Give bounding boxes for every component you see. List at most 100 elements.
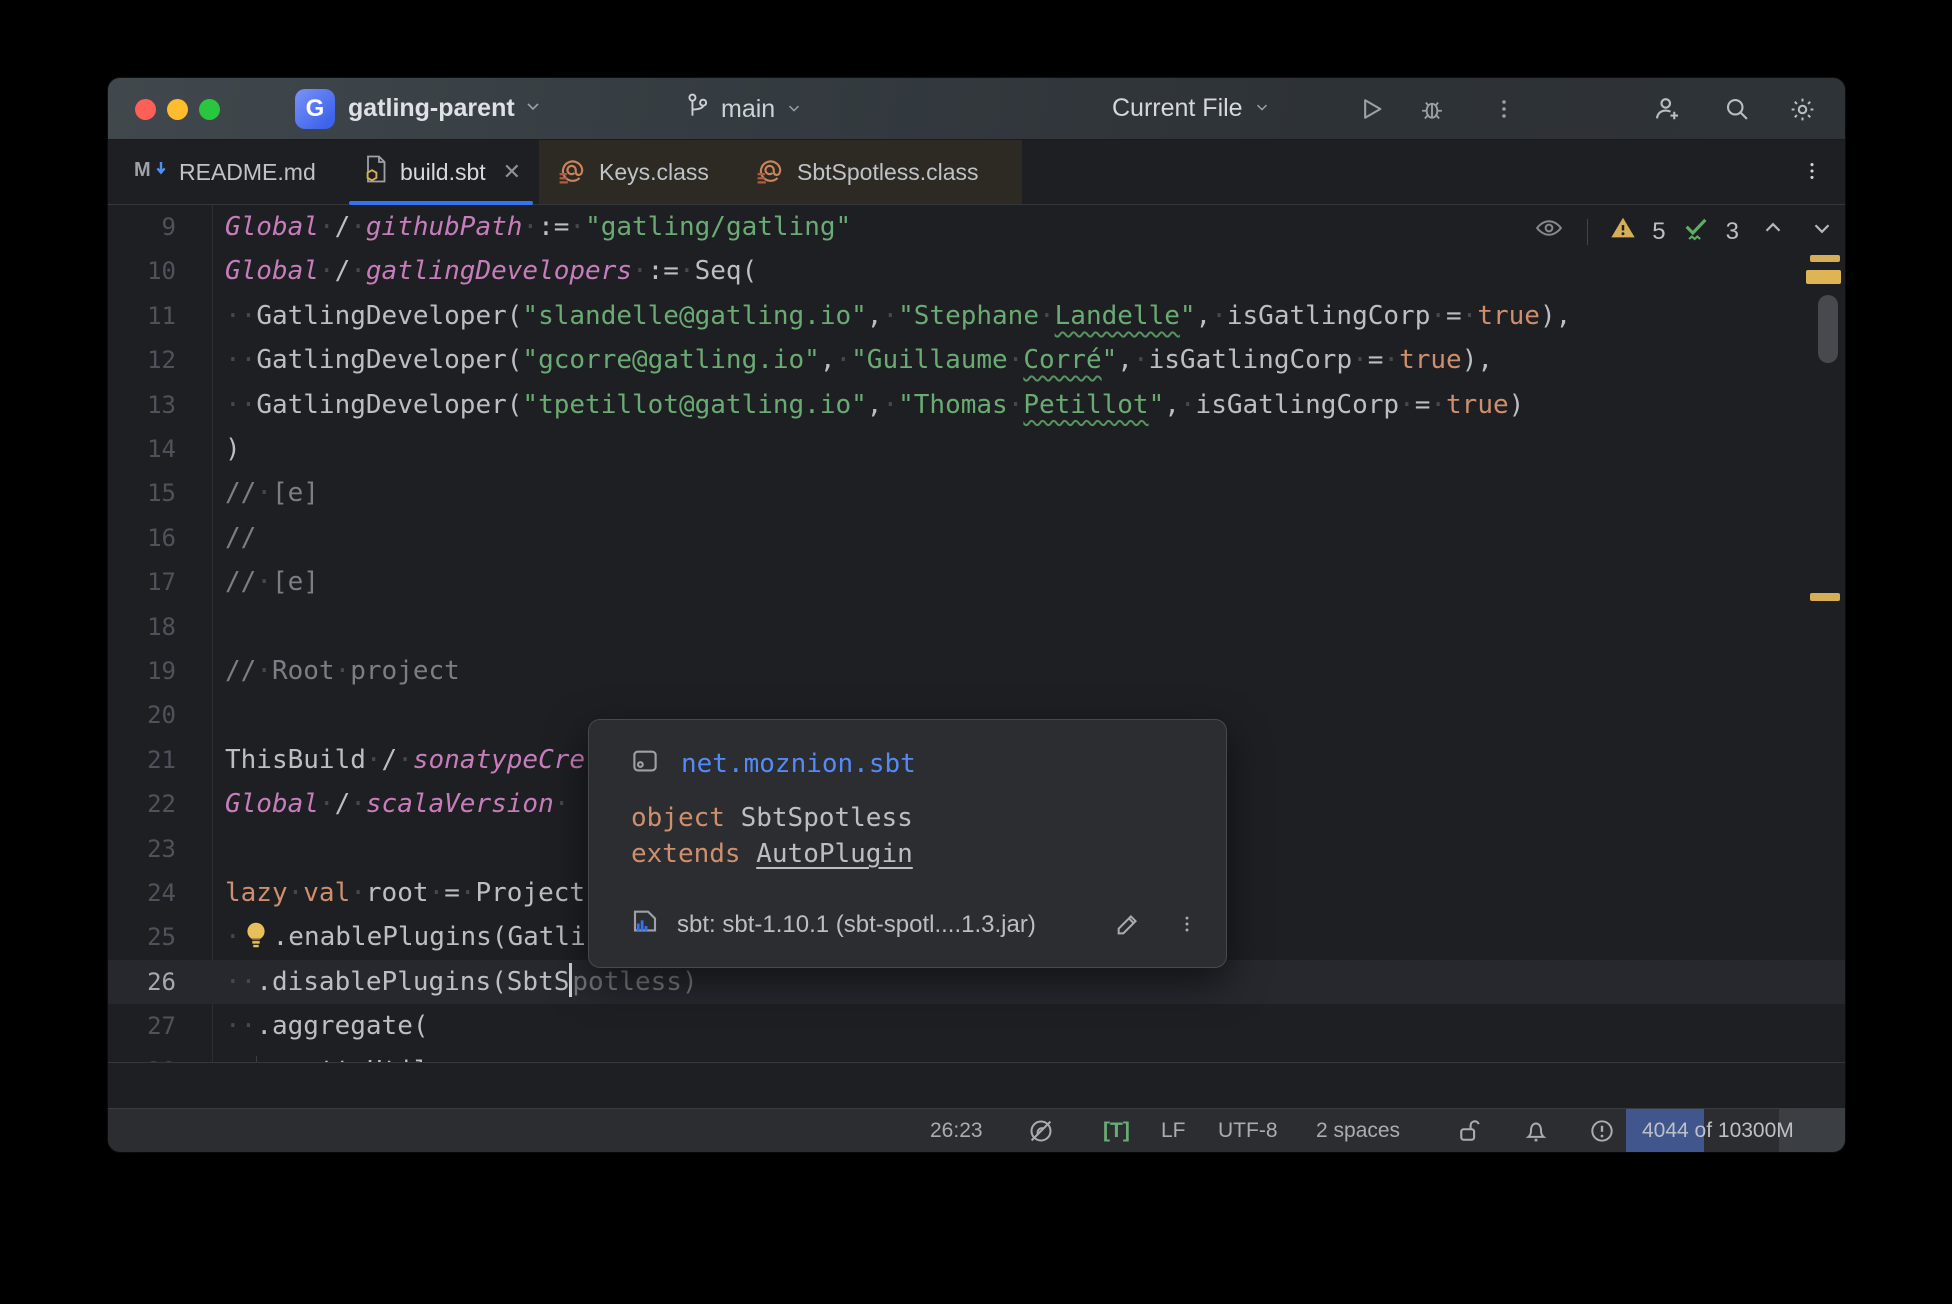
divider (1587, 219, 1588, 245)
notifications-bell-icon[interactable] (1522, 1109, 1550, 1152)
scrollbar-warning-mark[interactable] (1810, 593, 1840, 601)
title-bar: G gatling-parent main Current File (108, 78, 1845, 140)
tab-keys-class[interactable]: Keys.class (539, 140, 737, 204)
line-number[interactable]: 18 (108, 605, 176, 649)
line-number[interactable]: 16 (108, 516, 176, 560)
code-line-27[interactable]: 27 ··.aggregate( (108, 1004, 1845, 1048)
vcs-branch-widget[interactable]: main (684, 92, 803, 126)
line-number[interactable]: 9 (108, 205, 176, 249)
line-ending-widget[interactable]: LF (1161, 1109, 1186, 1152)
line-number[interactable]: 26 (108, 960, 176, 1004)
ok-count: 3 (1726, 218, 1739, 246)
settings-gear-icon[interactable] (1786, 93, 1818, 125)
intention-bulb-icon[interactable] (241, 919, 271, 951)
library-icon (629, 906, 661, 943)
code-with-me-icon[interactable] (1651, 93, 1683, 125)
code-line-28[interactable]: 28····nettyUtil (108, 1049, 1845, 1062)
sbt-file-icon (363, 154, 389, 190)
code-line-text: //·Root·project (225, 649, 460, 693)
code-line-text: Global·/·gatlingDevelopers·:=·Seq( (225, 249, 757, 293)
line-number[interactable]: 10 (108, 249, 176, 293)
tab-options-kebab-icon[interactable] (1801, 158, 1823, 189)
compiled-class-icon (755, 154, 786, 191)
tab-readme-md[interactable]: M README.md (116, 140, 338, 204)
minimize-window-button[interactable] (167, 99, 188, 120)
search-everywhere-icon[interactable] (1721, 93, 1753, 125)
line-number[interactable]: 19 (108, 649, 176, 693)
run-configuration-selector[interactable]: Current File (1112, 94, 1271, 123)
run-button[interactable] (1355, 93, 1387, 125)
tab-label: build.sbt (400, 159, 486, 186)
tab-sbtspotless-class[interactable]: SbtSpotless.class (737, 140, 1022, 204)
code-line-19[interactable]: 19 //·Root·project (108, 649, 1845, 693)
ide-window: G gatling-parent main Current File (108, 78, 1845, 1152)
line-number[interactable]: 28 (108, 1049, 176, 1062)
zoom-window-button[interactable] (199, 99, 220, 120)
quick-documentation-popup: net.moznion.sbt object SbtSpotless exten… (588, 719, 1227, 968)
type-aware-highlighting-widget[interactable]: [T] (1103, 1109, 1130, 1152)
code-editor[interactable]: 9Global·/·githubPath·:=·"gatling/gatling… (108, 205, 1845, 1062)
scrollbar-thumb[interactable] (1818, 295, 1838, 363)
project-selector[interactable]: gatling-parent (348, 94, 543, 123)
code-line-12[interactable]: 12··GatlingDeveloper("gcorre@gatling.io"… (108, 338, 1845, 382)
code-line-text: ··.aggregate( (225, 1004, 429, 1048)
debug-button[interactable] (1416, 93, 1448, 125)
line-number[interactable]: 24 (108, 871, 176, 915)
encoding-widget[interactable]: UTF-8 (1218, 1109, 1278, 1152)
error-indicator-icon[interactable] (1588, 1109, 1616, 1152)
code-line-17[interactable]: 17//·[e] (108, 560, 1845, 604)
line-number[interactable]: 21 (108, 738, 176, 782)
code-line-14[interactable]: 14) (108, 427, 1845, 471)
edit-pencil-icon[interactable] (1114, 910, 1142, 943)
markdown-file-icon: M (134, 155, 168, 189)
tab-build-sbt[interactable]: build.sbt ✕ (345, 140, 537, 204)
highlighting-off-icon[interactable] (1026, 1109, 1056, 1152)
status-bar: 26:23 [T] LF UTF-8 2 spaces 4044 of 1030… (108, 1108, 1845, 1152)
tab-bar: M README.md build.sbt ✕ Keys.classSbtSpotles… (108, 140, 1845, 205)
caret-position-widget[interactable]: 26:23 (930, 1109, 983, 1152)
code-line-10[interactable]: 10 Global·/·gatlingDevelopers·:=·Seq( (108, 249, 1845, 293)
code-line-11[interactable]: 11 ··GatlingDeveloper("slandelle@gatling.… (108, 294, 1845, 338)
line-number[interactable]: 11 (108, 294, 176, 338)
scrollbar-warning-mark[interactable] (1806, 270, 1841, 284)
line-number[interactable]: 14 (108, 427, 176, 471)
indent-widget[interactable]: 2 spaces (1316, 1109, 1400, 1152)
code-line-text: ··GatlingDeveloper("tpetillot@gatling.io… (225, 383, 1524, 427)
svg-text:M: M (134, 159, 151, 181)
scrollbar-warning-mark[interactable] (1810, 255, 1840, 262)
close-window-button[interactable] (135, 99, 156, 120)
code-line-text: Global·/·scalaVersion· (225, 782, 569, 826)
line-number[interactable]: 17 (108, 560, 176, 604)
line-number[interactable]: 15 (108, 471, 176, 515)
close-tab-icon[interactable]: ✕ (503, 159, 521, 185)
code-line-text: ··GatlingDeveloper("slandelle@gatling.io… (225, 294, 1571, 338)
code-line-15[interactable]: 15 //·[e] (108, 471, 1845, 515)
code-line-text: ThisBuild·/·sonatypeCre (225, 738, 585, 782)
line-number[interactable]: 27 (108, 1004, 176, 1048)
keyword-extends: extends (631, 839, 741, 869)
code-line-16[interactable]: 16// (108, 516, 1845, 560)
previous-problem-chevron-icon[interactable] (1760, 215, 1786, 248)
code-line-18[interactable]: 18 (108, 605, 1845, 649)
warning-icon[interactable] (1609, 214, 1637, 249)
line-number[interactable]: 25 (108, 915, 176, 959)
reader-mode-eye-icon[interactable] (1532, 213, 1566, 250)
next-problem-chevron-icon[interactable] (1809, 215, 1835, 248)
line-number[interactable]: 13 (108, 383, 176, 427)
code-line-text: //·[e] (225, 471, 319, 515)
package-name-link[interactable]: net.moznion.sbt (681, 749, 916, 779)
parent-class-link[interactable]: AutoPlugin (756, 839, 913, 869)
tab-label: README.md (179, 159, 316, 186)
line-number[interactable]: 12 (108, 338, 176, 382)
lock-open-icon[interactable] (1456, 1109, 1484, 1152)
popup-kebab-icon[interactable] (1176, 911, 1198, 942)
ok-check-icon[interactable] (1681, 213, 1711, 250)
memory-indicator-widget[interactable]: 4044 of 10300M (1642, 1109, 1794, 1152)
more-actions-icon[interactable] (1488, 93, 1520, 125)
line-number[interactable]: 22 (108, 782, 176, 826)
code-line-13[interactable]: 13 ··GatlingDeveloper("tpetillot@gatling.… (108, 383, 1845, 427)
inspections-widget[interactable]: 5 3 (1532, 213, 1835, 250)
class-name: SbtSpotless (741, 803, 913, 833)
line-number[interactable]: 20 (108, 693, 176, 737)
line-number[interactable]: 23 (108, 827, 176, 871)
